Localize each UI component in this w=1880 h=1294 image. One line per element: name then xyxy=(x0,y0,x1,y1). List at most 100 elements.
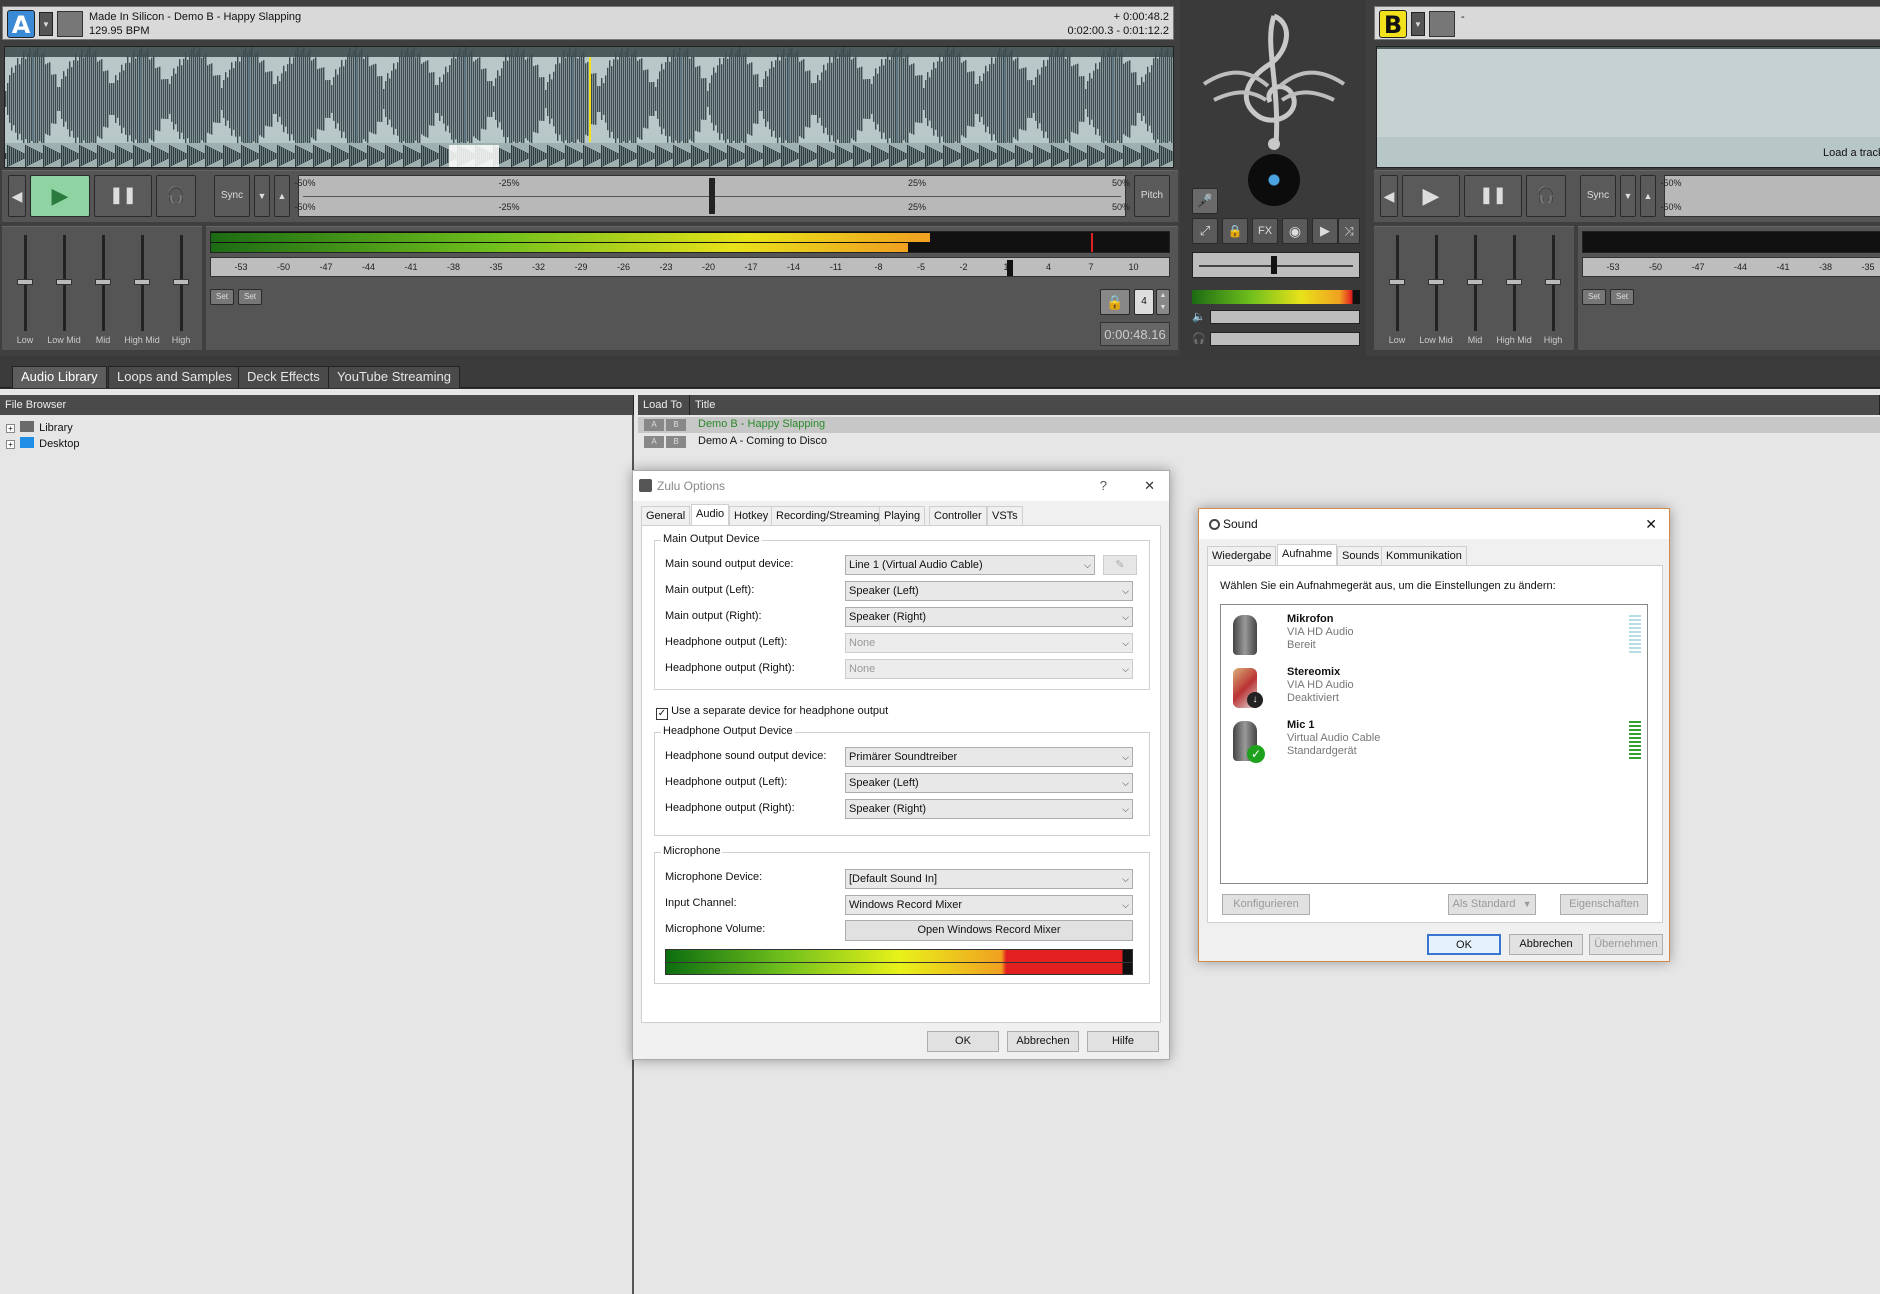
eq-fader[interactable] xyxy=(56,235,72,331)
configure-button[interactable]: Konfigurieren xyxy=(1222,894,1310,915)
lock-icon[interactable]: 🔒 xyxy=(1222,218,1248,244)
output-select[interactable]: Line 1 (Virtual Audio Cable) ⌵ xyxy=(845,555,1095,575)
tree-item-desktop[interactable]: + Desktop xyxy=(6,437,79,450)
deck-b-pause-button[interactable]: ❚❚ xyxy=(1464,175,1522,217)
device-settings-button[interactable]: ✎ xyxy=(1103,555,1137,575)
eq-fader-knob[interactable] xyxy=(134,279,150,285)
tab-audio[interactable]: Audio xyxy=(691,504,730,526)
eq-fader-knob[interactable] xyxy=(56,279,72,285)
deck-b-waveform[interactable]: Load a track i xyxy=(1376,46,1880,168)
column-title[interactable]: Title xyxy=(690,395,1880,415)
tab-general[interactable]: General xyxy=(641,506,691,526)
deck-b-pitch-up-button[interactable]: ▲ xyxy=(1640,175,1656,217)
tree-item-library[interactable]: + Library xyxy=(6,421,73,434)
microphone-device-select[interactable]: [Default Sound In] ⌵ xyxy=(845,869,1133,889)
device-item[interactable]: Mikrofon VIA HD Audio Bereit xyxy=(1225,611,1643,661)
output-select[interactable]: Speaker (Left) ⌵ xyxy=(845,773,1133,793)
deck-a-lock-button[interactable]: 🔒 xyxy=(1100,289,1130,315)
eq-fader[interactable] xyxy=(1428,235,1444,331)
deck-b-play-button[interactable]: ▶ xyxy=(1402,175,1460,217)
tab-deck-effects[interactable]: Deck Effects xyxy=(238,366,329,388)
deck-b-set-button-1[interactable]: Set xyxy=(1582,289,1606,305)
help-icon[interactable]: ? xyxy=(1100,471,1107,501)
eq-fader[interactable] xyxy=(95,235,111,331)
deck-b-menu-button[interactable]: ▼ xyxy=(1411,12,1425,36)
checkbox-box[interactable]: ✓ xyxy=(656,708,668,720)
ok-button[interactable]: OK xyxy=(1427,934,1501,955)
tab-youtube-streaming[interactable]: YouTube Streaming xyxy=(328,366,460,388)
eq-fader[interactable] xyxy=(17,235,33,331)
fullscreen-icon[interactable]: ⤢ xyxy=(1192,218,1218,244)
eq-fader-knob[interactable] xyxy=(1545,279,1561,285)
deck-a-loop-count[interactable]: 4 xyxy=(1134,289,1154,315)
tab-recording-streaming[interactable]: Recording/Streaming xyxy=(771,506,885,526)
load-to-b-button[interactable]: B xyxy=(666,436,686,448)
deck-a-set-button-2[interactable]: Set xyxy=(238,289,262,305)
eq-fader[interactable] xyxy=(1389,235,1405,331)
column-load-to[interactable]: Load To xyxy=(638,395,690,415)
deck-a-loop-stepper[interactable]: ▲ ▼ xyxy=(1156,289,1170,315)
eq-fader-knob[interactable] xyxy=(1506,279,1522,285)
deck-a-menu-button[interactable]: ▼ xyxy=(39,12,53,36)
eq-fader-knob[interactable] xyxy=(1467,279,1483,285)
cancel-button[interactable]: Abbrechen xyxy=(1007,1031,1079,1052)
deck-b-set-button-2[interactable]: Set xyxy=(1610,289,1634,305)
device-item[interactable]: ✓ Mic 1 Virtual Audio Cable Standardgerät xyxy=(1225,717,1643,767)
eq-fader[interactable] xyxy=(1506,235,1522,331)
tab-aufnahme[interactable]: Aufnahme xyxy=(1277,544,1338,566)
close-icon[interactable]: ✕ xyxy=(1144,471,1155,501)
deck-a-cue-back-button[interactable]: ◀ xyxy=(8,175,26,217)
eq-fader-knob[interactable] xyxy=(17,279,33,285)
eq-fader-knob[interactable] xyxy=(173,279,189,285)
record-icon[interactable]: ◉ xyxy=(1282,218,1308,244)
deck-a-pitch-down-button[interactable]: ▼ xyxy=(254,175,270,217)
eq-fader[interactable] xyxy=(1545,235,1561,331)
output-select[interactable]: Speaker (Left) ⌵ xyxy=(845,581,1133,601)
load-to-a-button[interactable]: A xyxy=(644,419,664,431)
deck-a-pitch-button[interactable]: Pitch xyxy=(1134,175,1170,217)
load-to-b-button[interactable]: B xyxy=(666,419,686,431)
close-icon[interactable]: ✕ xyxy=(1645,509,1657,539)
apply-button[interactable]: Übernehmen xyxy=(1589,934,1663,955)
eq-fader-knob[interactable] xyxy=(1428,279,1444,285)
tab-kommunikation[interactable]: Kommunikation xyxy=(1381,546,1467,566)
deck-b-sync-button[interactable]: Sync xyxy=(1580,175,1616,217)
properties-button[interactable]: Eigenschaften xyxy=(1560,894,1648,915)
deck-a-gain-knob[interactable] xyxy=(1007,260,1013,276)
tab-loops-and-samples[interactable]: Loops and Samples xyxy=(108,366,241,388)
output-select[interactable]: None ⌵ xyxy=(845,659,1133,679)
tab-audio-library[interactable]: Audio Library xyxy=(12,366,107,388)
input-channel-select[interactable]: Windows Record Mixer ⌵ xyxy=(845,895,1133,915)
expand-icon[interactable]: + xyxy=(6,424,15,433)
shuffle-icon[interactable]: ⤨ xyxy=(1338,218,1360,244)
eq-fader-knob[interactable] xyxy=(95,279,111,285)
deck-b-headphone-button[interactable]: 🎧 xyxy=(1526,175,1566,217)
tab-sounds[interactable]: Sounds xyxy=(1337,546,1385,566)
output-select[interactable]: None ⌵ xyxy=(845,633,1133,653)
deck-b-cue-back-button[interactable]: ◀ xyxy=(1380,175,1398,217)
deck-a-headphone-button[interactable]: 🎧 xyxy=(156,175,196,217)
load-to-a-button[interactable]: A xyxy=(644,436,664,448)
ok-button[interactable]: OK xyxy=(927,1031,999,1052)
deck-b-pitch-slider[interactable]: -50%-25 -50%-25 xyxy=(1660,175,1880,217)
play-circle-icon[interactable]: ▶ xyxy=(1312,218,1338,244)
deck-b-pitch-down-button[interactable]: ▼ xyxy=(1620,175,1636,217)
track-row[interactable]: A B Demo B - Happy Slapping xyxy=(638,417,1880,433)
separate-headphone-checkbox[interactable]: ✓ Use a separate device for headphone ou… xyxy=(656,705,888,720)
eq-fader[interactable] xyxy=(173,235,189,331)
deck-a-gain-slider[interactable]: -53 -50 -47 -44 -41 -38 -35 -32 -29 -26 -23 -20 -17 -… xyxy=(210,257,1170,277)
deck-a-pitch-slider[interactable]: -50% -25% 0 25% 50% -50% -25% 0 25% 50% xyxy=(294,175,1130,217)
microphone-button[interactable]: 🎤 xyxy=(1192,188,1218,214)
deck-a-pitch-up-button[interactable]: ▲ xyxy=(274,175,290,217)
set-default-button[interactable]: Als Standard ▼ xyxy=(1448,894,1536,915)
cancel-button[interactable]: Abbrechen xyxy=(1509,934,1583,955)
track-row[interactable]: A B Demo A - Coming to Disco xyxy=(638,434,1880,450)
output-select[interactable]: Speaker (Right) ⌵ xyxy=(845,799,1133,819)
turntable-icon[interactable] xyxy=(1248,154,1300,206)
deck-b-gain-slider[interactable]: -53 -50 -47 -44 -41 -38 -35 xyxy=(1582,257,1880,277)
tab-hotkey[interactable]: Hotkey xyxy=(729,506,774,526)
deck-a-play-button[interactable]: ▶ xyxy=(30,175,90,217)
eq-fader-knob[interactable] xyxy=(1389,279,1405,285)
master-volume-slider[interactable] xyxy=(1210,310,1360,324)
deck-a-pause-button[interactable]: ❚❚ xyxy=(94,175,152,217)
